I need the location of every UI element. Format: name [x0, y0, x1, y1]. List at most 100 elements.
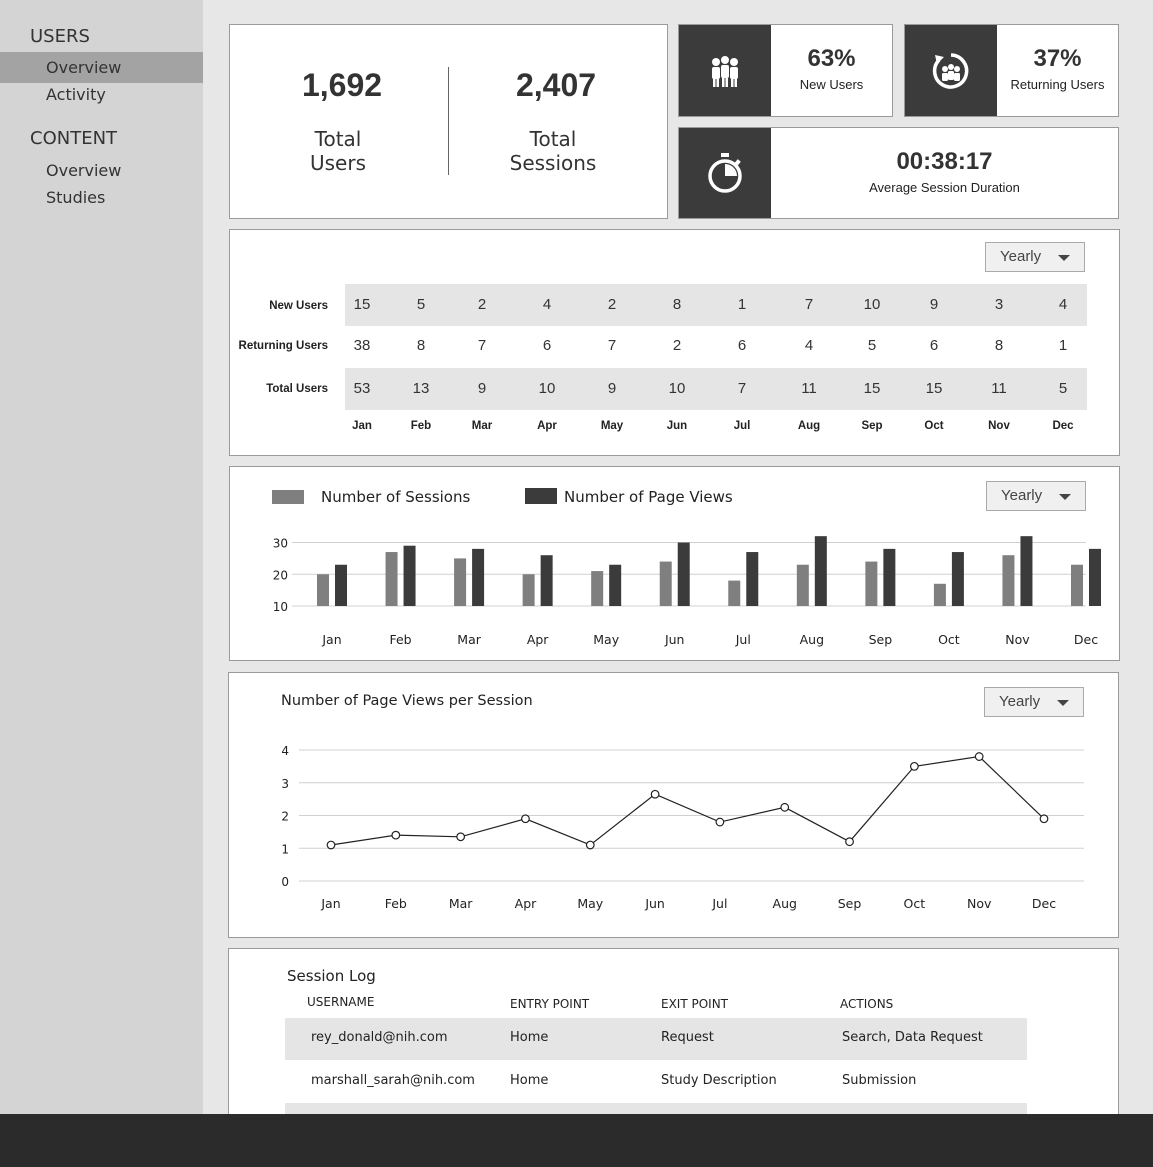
users-table-cell: 9: [607, 380, 617, 397]
y-tick-label: 30: [273, 537, 288, 551]
bar-sessions: [591, 571, 604, 606]
log-cell-username: marshall_sarah@nih.com: [311, 1073, 475, 1088]
new-users-card: 63% New Users: [678, 24, 893, 117]
x-tick-label: May: [593, 632, 619, 647]
pageviews-line-chart: 0 1 2 3 4 Jan Feb Mar Apr May Jun Jul Aug Sep Oct Nov De…: [281, 744, 1084, 911]
log-header-actions: ACTIONS: [840, 997, 894, 1011]
stopwatch-icon: [708, 153, 742, 193]
x-tick-label: Apr: [527, 632, 549, 647]
users-period-dropdown[interactable]: Yearly: [985, 242, 1085, 272]
bar-page-views: [335, 564, 347, 606]
session-duration-body: 00:38:17 Average Session Duration: [771, 128, 1118, 218]
y-tick-label: 2: [281, 810, 289, 824]
users-row-band-new: [345, 284, 1087, 326]
chevron-down-icon: [1058, 255, 1070, 261]
users-table-cell: 38: [353, 337, 371, 354]
total-sessions-value: 2,407: [515, 67, 597, 103]
users-table-cell: 2: [672, 337, 682, 354]
returning-users-percent: 37%: [1033, 45, 1082, 72]
x-tick-label: Feb: [385, 896, 407, 911]
returning-users-icon: [932, 52, 969, 89]
data-point: [650, 789, 660, 799]
new-users-percent: 63%: [807, 45, 856, 72]
y-tick-label: 0: [281, 875, 289, 889]
sidebar-item-studies[interactable]: Studies: [0, 182, 203, 213]
bar-sessions: [1071, 564, 1083, 606]
bar-sessions: [317, 574, 329, 606]
pageviews-chart-panel: Number of Page Views per Session Yearly …: [228, 672, 1119, 938]
bar-sessions: [728, 580, 741, 606]
session-log-panel: Session Log USERNAME ENTRY POINT EXIT PO…: [228, 948, 1119, 1115]
users-table-cell: 3: [994, 296, 1004, 313]
session-log-title: Session Log: [287, 967, 376, 985]
sidebar-item-activity[interactable]: Activity: [0, 79, 203, 110]
table-row[interactable]: rey_donald@nih.com Home Request Search, …: [285, 1018, 1027, 1060]
data-point: [326, 840, 336, 850]
users-table-cell: 1: [1058, 337, 1068, 354]
users-table-month-label: Sep: [861, 420, 883, 432]
x-tick-label: Feb: [389, 632, 411, 647]
log-cell-entry-point: Home: [510, 1073, 549, 1088]
bar-page-views: [1020, 536, 1033, 606]
users-table-cell: 1: [737, 296, 747, 313]
users-table-cell: 8: [416, 337, 426, 354]
bar-page-views: [540, 555, 553, 606]
users-table-month-label: Nov: [988, 420, 1010, 432]
new-users-label: New Users: [799, 77, 864, 92]
total-users-value: 1,692: [301, 67, 383, 103]
returning-users-label: Returning Users: [1010, 77, 1105, 92]
table-row[interactable]: marshall_sarah@nih.com Home Study Descri…: [285, 1061, 1027, 1103]
x-tick-label: Jul: [735, 632, 751, 647]
series-line: [330, 755, 1045, 846]
bar-page-views: [746, 552, 759, 606]
x-tick-label: Oct: [938, 632, 960, 647]
x-tick-label: Mar: [457, 632, 481, 647]
bar-sessions: [865, 561, 878, 606]
y-tick-label: 3: [281, 777, 289, 791]
bar-sessions: [1002, 555, 1015, 606]
users-table-month-label: Apr: [537, 420, 557, 432]
users-period-value: Yearly: [1000, 248, 1042, 265]
x-tick-label: Nov: [967, 896, 992, 911]
users-table-cell: 11: [801, 380, 817, 397]
x-tick-label: Sep: [838, 896, 862, 911]
y-tick-label: 10: [273, 600, 288, 614]
bar-sessions: [454, 558, 467, 606]
users-table-cell: 4: [542, 296, 552, 313]
x-tick-label: Dec: [1074, 632, 1098, 647]
users-table-month-label: Mar: [471, 420, 493, 432]
users-table-cell: 9: [929, 296, 939, 313]
users-table-cell: 6: [737, 337, 747, 354]
sessions-bar-chart: 10 20 30 Jan Feb Mar Apr May Jun Jul Aug Sep Oct Nov D…: [273, 536, 1101, 647]
users-table-month-label: Aug: [797, 420, 821, 432]
row-label-total-users: Total Users: [266, 383, 328, 395]
bar-page-views: [403, 545, 416, 606]
users-table-month-label: Feb: [410, 420, 432, 432]
y-tick-label: 4: [281, 744, 289, 758]
log-cell-actions: Submission: [842, 1073, 917, 1088]
log-cell-exit-point: Study Description: [661, 1073, 777, 1088]
totals-divider: [448, 67, 449, 175]
totals-panel: 1,692 Total Users 2,407 Total Sessions: [229, 24, 668, 219]
data-point: [391, 830, 401, 840]
y-tick-label: 20: [273, 568, 288, 582]
returning-users-card: 37% Returning Users: [904, 24, 1119, 117]
users-table-cell: 5: [416, 296, 426, 313]
new-users-icon-box: [679, 25, 771, 116]
users-table-cell: 7: [737, 380, 747, 397]
users-table-month-label: Jun: [666, 420, 688, 432]
x-tick-label: Jul: [711, 896, 727, 911]
users-table-cell: 7: [804, 296, 814, 313]
users-table-panel: Yearly New Users Returning Users Total U…: [229, 229, 1120, 456]
x-tick-label: May: [577, 896, 603, 911]
data-point: [780, 802, 790, 812]
bar-sessions: [522, 574, 535, 606]
bar-sessions: [385, 552, 398, 606]
returning-users-body: 37% Returning Users: [997, 25, 1118, 116]
data-point: [715, 817, 725, 827]
users-table-month-label: Jan: [352, 420, 372, 432]
x-tick-label: Apr: [515, 896, 537, 911]
data-point: [585, 840, 595, 850]
log-cell-actions: Search, Data Request: [842, 1030, 983, 1045]
users-table-cell: 8: [672, 296, 682, 313]
